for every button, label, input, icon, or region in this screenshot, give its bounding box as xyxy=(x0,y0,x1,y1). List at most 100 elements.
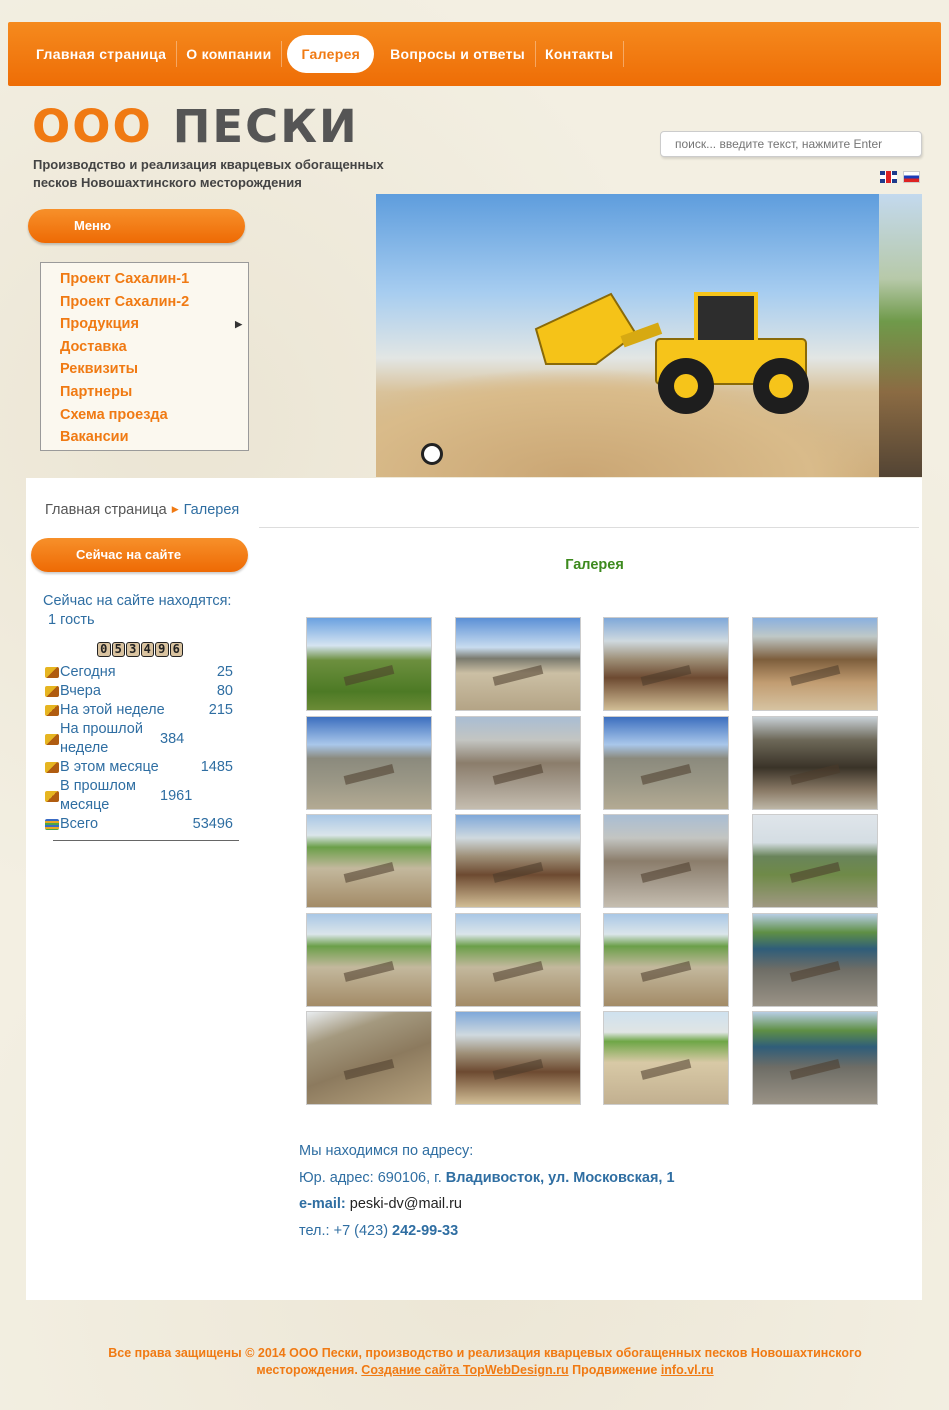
stat-row: В прошлом месяце 1961 xyxy=(45,777,233,815)
ru-flag-icon[interactable] xyxy=(903,171,920,183)
thumbnail-detail xyxy=(789,1059,840,1081)
footer-link-topwebdesign[interactable]: Создание сайта TopWebDesign.ru xyxy=(361,1363,568,1377)
menu-item-vacancies[interactable]: Вакансии xyxy=(60,426,248,449)
stat-value: 215 xyxy=(208,702,233,718)
visitors-icon xyxy=(45,790,59,802)
gallery-thumbnail[interactable] xyxy=(603,814,729,908)
menu-item-products[interactable]: Продукция ▶ xyxy=(60,313,248,336)
visit-stats: Сегодня 25 Вчера 80 На этой неделе 215 На прош… xyxy=(45,663,233,834)
visitors-icon xyxy=(45,667,59,678)
en-flag-icon[interactable] xyxy=(880,171,897,183)
search-input[interactable] xyxy=(660,131,922,157)
thumbnail-detail xyxy=(640,665,692,687)
thumbnail-detail xyxy=(789,960,840,982)
gallery-thumbnail[interactable] xyxy=(751,715,878,810)
footer-link-infovl[interactable]: info.vl.ru xyxy=(661,1363,714,1377)
online-guests-count: 1 гость xyxy=(48,612,95,628)
gallery-thumbnail[interactable] xyxy=(751,1011,878,1105)
thumbnail-detail xyxy=(640,862,692,884)
stat-value: 1961 xyxy=(160,787,193,804)
breadcrumb: Главная страница ▶ Галерея xyxy=(45,502,239,518)
thumbnail-detail xyxy=(640,960,692,982)
stat-value: 53496 xyxy=(192,816,233,832)
gallery-grid xyxy=(306,617,878,1105)
online-visitors: Сейчас на сайте находятся: 1 гость xyxy=(43,592,231,630)
gallery-thumbnail[interactable] xyxy=(454,814,581,908)
gallery-thumbnail[interactable] xyxy=(603,1011,729,1105)
counter-digit: 6 xyxy=(169,642,183,657)
stat-row: На этой неделе 215 xyxy=(45,701,233,720)
gallery-thumbnail[interactable] xyxy=(306,814,432,908)
nav-contacts[interactable]: Контакты xyxy=(535,35,625,73)
contact-address: Мы находимся по адресу: Юр. адрес: 69010… xyxy=(299,1138,675,1244)
gallery-thumbnail[interactable] xyxy=(454,715,581,810)
stat-label: Вчера xyxy=(60,683,101,699)
breadcrumb-divider xyxy=(259,527,919,528)
gallery-thumbnail[interactable] xyxy=(454,617,581,711)
site-logo[interactable]: ООО ПЕСКИ xyxy=(32,100,359,153)
stat-label: Сегодня xyxy=(60,664,116,680)
thumbnail-detail xyxy=(492,665,543,687)
stat-row: Вчера 80 xyxy=(45,682,233,701)
slider-pager-dot[interactable] xyxy=(421,443,443,465)
stat-value: 80 xyxy=(216,683,233,699)
thumbnail-detail xyxy=(492,862,543,884)
breadcrumb-current: Галерея xyxy=(183,502,240,518)
nav-faq[interactable]: Вопросы и ответы xyxy=(380,35,536,73)
visitors-icon xyxy=(45,733,59,745)
stat-value: 25 xyxy=(216,664,233,680)
menu-item-partners[interactable]: Партнеры xyxy=(60,381,248,404)
logo-prefix: ООО xyxy=(32,100,153,153)
gallery-thumbnail[interactable] xyxy=(603,715,729,810)
counter-digit: 4 xyxy=(140,642,154,657)
stats-divider xyxy=(53,840,239,841)
menu-item-directions[interactable]: Схема проезда xyxy=(60,404,248,427)
gallery-thumbnail[interactable] xyxy=(306,617,432,711)
gallery-thumbnail[interactable] xyxy=(751,814,878,908)
gallery-thumbnail[interactable] xyxy=(306,715,432,810)
gallery-thumbnail[interactable] xyxy=(454,1011,581,1105)
site-footer: Все права защищены © 2014 ООО Пески, про… xyxy=(108,1346,862,1377)
gallery-thumbnail[interactable] xyxy=(603,617,729,711)
menu-item-sakhalin2[interactable]: Проект Сахалин-2 xyxy=(60,291,248,314)
menu-item-sakhalin1[interactable]: Проект Сахалин-1 xyxy=(60,268,248,291)
nav-gallery[interactable]: Галерея xyxy=(287,35,375,73)
wheel-loader-image xyxy=(534,292,809,414)
submenu-arrow-icon: ▶ xyxy=(235,319,242,330)
gallery-thumbnail[interactable] xyxy=(751,912,878,1007)
thumbnail-detail xyxy=(343,665,395,687)
menu-item-requisites[interactable]: Реквизиты xyxy=(60,358,248,381)
visitors-icon xyxy=(45,762,59,773)
image-slider[interactable] xyxy=(376,194,922,477)
online-visitors-text: Сейчас на сайте находятся: xyxy=(43,593,232,609)
menu-item-delivery[interactable]: Доставка xyxy=(60,336,248,359)
thumbnail-detail xyxy=(640,1059,692,1081)
nav-about[interactable]: О компании xyxy=(176,35,283,73)
gallery-thumbnail[interactable] xyxy=(751,617,878,711)
breadcrumb-home[interactable]: Главная страница xyxy=(45,502,167,518)
stat-label: На этой неделе xyxy=(60,702,165,718)
gallery-thumbnail[interactable] xyxy=(603,912,729,1007)
slide-next-preview xyxy=(879,194,922,477)
menu-header: Меню xyxy=(28,209,245,243)
stat-row: Сегодня 25 xyxy=(45,663,233,682)
gallery-thumbnail[interactable] xyxy=(306,1011,432,1105)
stat-row: Всего 53496 xyxy=(45,815,233,834)
stat-label: Всего xyxy=(60,816,99,832)
stat-label: В прошлом месяце xyxy=(60,778,136,813)
breadcrumb-separator-icon: ▶ xyxy=(171,504,179,514)
site-tagline: Производство и реализация кварцевых обог… xyxy=(33,157,384,190)
phone-line: тел.: +7 (423) 242-99-33 xyxy=(299,1222,459,1239)
thumbnail-detail xyxy=(343,1059,395,1081)
gallery-title: Галерея xyxy=(565,557,624,573)
stat-label: В этом месяце xyxy=(60,759,159,775)
address-intro: Мы находимся по адресу: xyxy=(299,1143,474,1159)
gallery-thumbnail[interactable] xyxy=(306,912,432,1007)
gallery-thumbnail[interactable] xyxy=(454,912,581,1007)
side-menu: Проект Сахалин-1 Проект Сахалин-2 Продук… xyxy=(40,262,249,451)
slide-loader-image xyxy=(376,194,879,477)
nav-home[interactable]: Главная страница xyxy=(26,35,178,73)
counter-digit: 3 xyxy=(126,642,140,657)
email-line: e-mail: peski-dv@mail.ru xyxy=(299,1196,462,1212)
email-link[interactable]: peski-dv@mail.ru xyxy=(346,1196,462,1212)
